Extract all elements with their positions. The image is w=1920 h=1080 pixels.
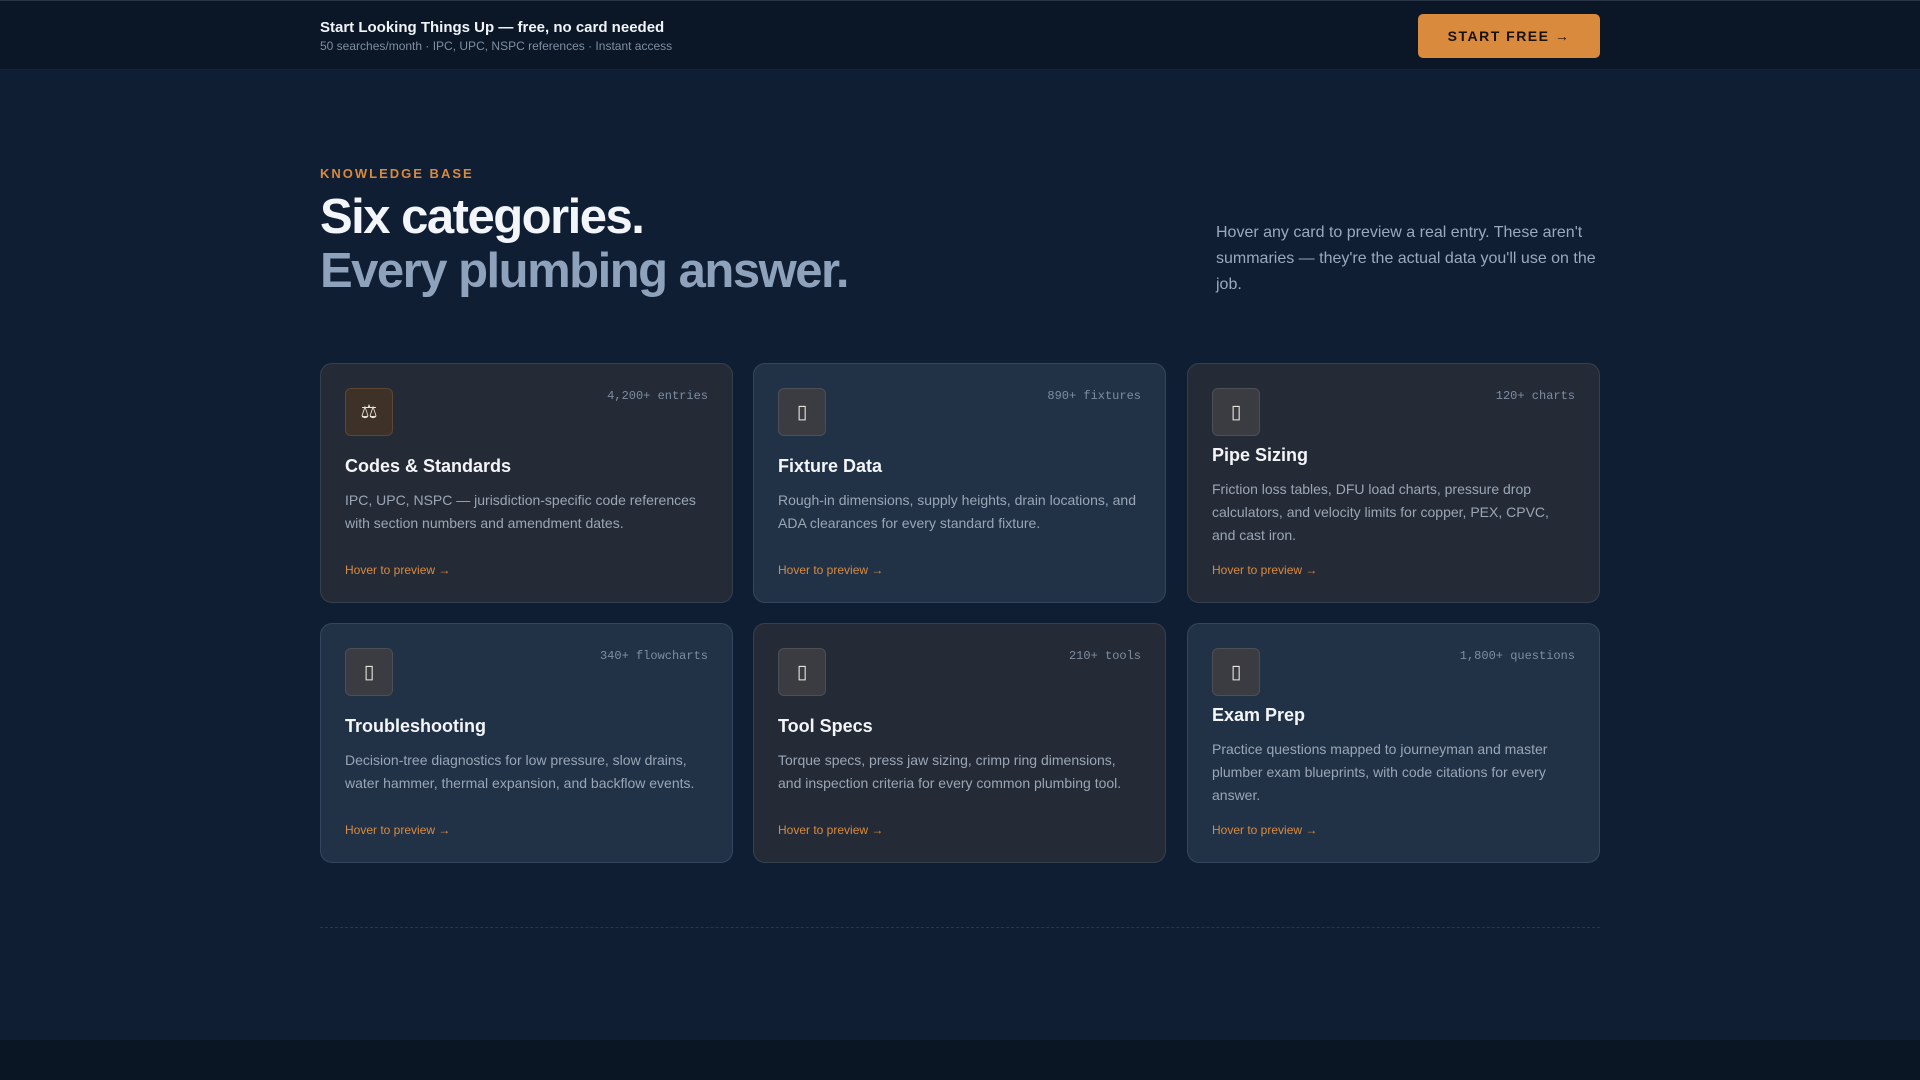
category-card-exam-prep[interactable]: ▯ 1,800+ questions Exam Prep Practice qu…	[1187, 623, 1600, 863]
headline-line-2: Every plumbing answer.	[320, 244, 849, 298]
category-title: Fixture Data	[778, 456, 883, 476]
headline-line-1: Six categories.	[320, 190, 645, 244]
hover-preview-link[interactable]: Hover to preview →	[345, 563, 450, 577]
category-count: 120+ charts	[1495, 389, 1575, 403]
category-description: Rough-in dimensions, supply heights, dra…	[778, 492, 1136, 531]
category-count: 210+ tools	[1068, 649, 1141, 663]
category-title: Pipe Sizing	[1212, 445, 1309, 465]
start-free-button[interactable]: START FREE →	[1418, 14, 1600, 58]
hover-preview-link[interactable]: Hover to preview →	[1212, 823, 1317, 837]
category-count: 340+ flowcharts	[599, 649, 708, 663]
category-card-tool-specs[interactable]: ▯ 210+ tools Tool Specs Torque specs, pr…	[753, 623, 1166, 863]
category-card-pipe-sizing[interactable]: ▯ 120+ charts Pipe Sizing Friction loss …	[1187, 363, 1600, 603]
scales-icon: ⚖	[345, 388, 393, 436]
category-count: 890+ fixtures	[1047, 389, 1141, 403]
tool-icon: ▯	[778, 648, 826, 696]
category-description: Friction loss tables, DFU load charts, p…	[1212, 481, 1549, 543]
category-description: Torque specs, press jaw sizing, crimp ri…	[778, 752, 1122, 791]
fixture-icon: ▯	[778, 388, 826, 436]
promo-bar: Start Looking Things Up — free, no card …	[0, 0, 1920, 70]
hover-preview-link[interactable]: Hover to preview →	[1212, 563, 1317, 577]
pipe-icon: ▯	[1212, 388, 1260, 436]
section-divider	[320, 927, 1600, 928]
section-headline: Six categories. Every plumbing answer.	[320, 190, 849, 298]
hover-preview-link[interactable]: Hover to preview →	[345, 823, 450, 837]
category-card-codes[interactable]: ⚖ 4,200+ entries Codes & Standards IPC, …	[320, 363, 733, 603]
section-intro: Hover any card to preview a real entry. …	[1216, 224, 1596, 293]
category-count: 1,800+ questions	[1459, 649, 1575, 663]
category-title: Tool Specs	[778, 716, 873, 736]
category-description: IPC, UPC, NSPC — jurisdiction-specific c…	[345, 492, 696, 531]
category-card-fixtures[interactable]: ▯ 890+ fixtures Fixture Data Rough-in di…	[753, 363, 1166, 603]
category-title: Codes & Standards	[345, 456, 512, 476]
promo-title: Start Looking Things Up — free, no card …	[320, 19, 665, 36]
category-count: 4,200+ entries	[607, 389, 708, 403]
footer-band	[0, 1040, 1920, 1080]
hover-preview-link[interactable]: Hover to preview →	[778, 823, 883, 837]
category-title: Exam Prep	[1212, 705, 1306, 725]
category-description: Practice questions mapped to journeyman …	[1212, 741, 1548, 803]
exam-icon: ▯	[1212, 648, 1260, 696]
category-title: Troubleshooting	[345, 716, 486, 736]
category-card-troubleshooting[interactable]: ▯ 340+ flowcharts Troubleshooting Decisi…	[320, 623, 733, 863]
section-eyebrow: KNOWLEDGE BASE	[320, 166, 474, 181]
hover-preview-link[interactable]: Hover to preview →	[778, 563, 883, 577]
category-description: Decision-tree diagnostics for low pressu…	[345, 752, 695, 791]
troubleshooting-icon: ▯	[345, 648, 393, 696]
promo-subtitle: 50 searches/month · IPC, UPC, NSPC refer…	[320, 39, 673, 53]
